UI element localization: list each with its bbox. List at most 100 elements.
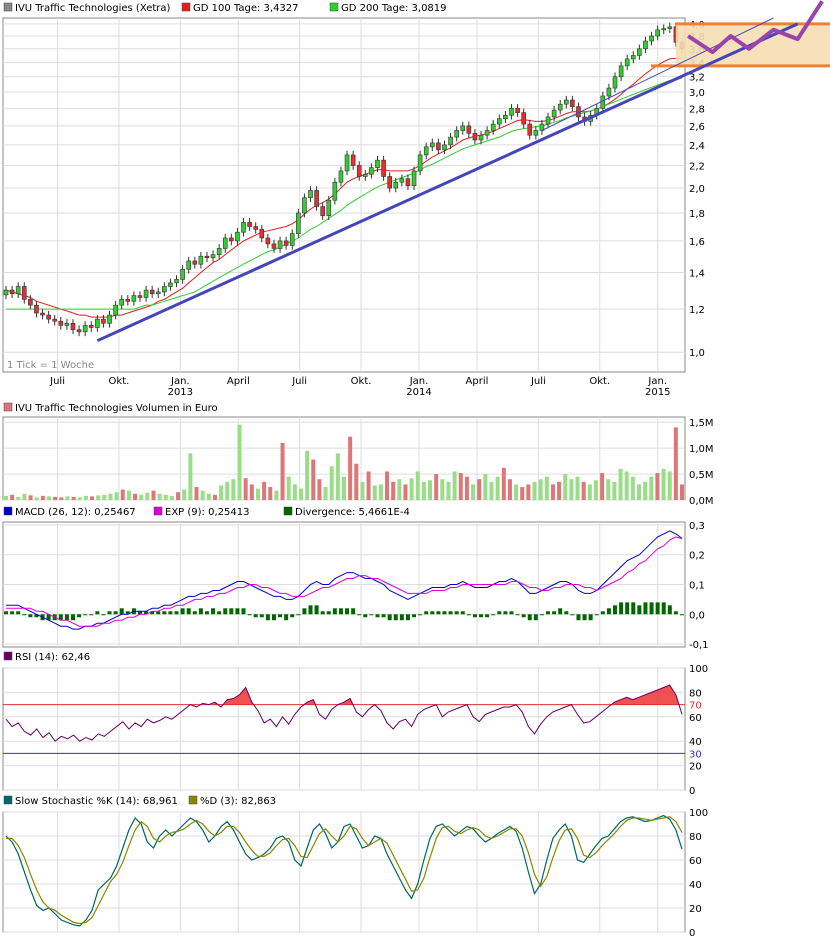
divergence-bar [454, 611, 459, 615]
divergence-bar [186, 608, 191, 615]
divergence-bar [442, 611, 447, 615]
tick-note: 1 Tick = 1 Woche [7, 360, 94, 371]
volume-bar [440, 479, 445, 500]
candle-body [229, 237, 234, 242]
rsi-legend-label: RSI (14): 62,46 [15, 652, 90, 663]
volume-bar [200, 490, 205, 500]
volume-bar [428, 480, 433, 500]
volume-bar [581, 481, 586, 500]
divergence-bar [28, 614, 33, 618]
candle-body [411, 170, 417, 186]
volume-bar [22, 493, 27, 500]
divergence-bar [564, 611, 569, 615]
divergence-bar [308, 605, 313, 615]
candle-body [113, 304, 118, 316]
macd-tick-label: 0,3 [689, 521, 705, 532]
volume-bar [569, 479, 574, 500]
candle-body [637, 48, 642, 56]
candle-body [235, 231, 240, 242]
candle-body [107, 314, 112, 324]
x-month-label: Okt. [351, 376, 372, 387]
volume-bar [489, 481, 494, 500]
candle-body [302, 197, 307, 214]
divergence-bar [460, 611, 465, 615]
candle-body [381, 159, 386, 177]
volume-bar [280, 442, 285, 500]
divergence-bar [552, 611, 557, 615]
candle-body [643, 40, 648, 50]
price-tick-label: 2,2 [689, 161, 705, 172]
macd-legend-label: Divergence: 5,4661E-4 [295, 507, 410, 518]
divergence-bar [369, 614, 374, 616]
stochastic-tick-label: 40 [689, 880, 702, 891]
volume-bar [532, 481, 537, 500]
stochastic-legend-swatch [188, 795, 198, 805]
candle-body [521, 112, 526, 125]
divergence-bar [582, 614, 587, 621]
divergence-bar [625, 602, 630, 615]
divergence-bar [667, 605, 672, 615]
candle-body [277, 240, 283, 249]
candle-body [527, 123, 533, 136]
volume-tick-label: 1,5M [689, 418, 714, 429]
divergence-bar [606, 608, 611, 615]
divergence-bar [381, 614, 386, 618]
price-legend-swatch [329, 2, 339, 12]
divergence-bar [661, 602, 666, 615]
divergence-bar [546, 611, 551, 615]
volume-bar [446, 481, 451, 500]
candle-body [180, 268, 185, 280]
candle-body [557, 103, 563, 111]
volume-bar [372, 485, 377, 500]
candle-body [241, 222, 246, 233]
volume-bar [34, 497, 39, 500]
stochastic-legend-label: %D (3): 82,863 [200, 796, 276, 807]
price-tick-label: 2,4 [689, 141, 705, 152]
candle-body [503, 114, 508, 120]
divergence-bar [241, 608, 246, 615]
candle-body [52, 318, 58, 322]
candle-body [405, 178, 411, 186]
volume-bar [243, 478, 248, 500]
candle-body [545, 116, 551, 125]
volume-bar [342, 476, 346, 500]
volume-bar [673, 427, 678, 500]
macd-tick-label: 0,1 [689, 581, 705, 592]
volume-bar [157, 493, 162, 500]
candle-body [375, 159, 380, 168]
candle-body [496, 118, 502, 125]
candle-body [186, 260, 192, 270]
rsi-plot-area [2, 667, 686, 791]
volume-bar [188, 453, 193, 500]
volume-bar [40, 495, 45, 500]
candle-body [314, 190, 319, 207]
volume-bar [636, 484, 641, 500]
candle-body [15, 286, 21, 295]
stochastic-legend-label: Slow Stochastic %K (14): 68,961 [15, 796, 178, 807]
volume-bar [477, 479, 482, 500]
volume-bar [311, 459, 316, 500]
volume-bar [255, 488, 260, 500]
stochastic-plot-area [2, 811, 686, 933]
divergence-bar [424, 611, 429, 615]
candle-body [46, 314, 51, 320]
candle-body [88, 325, 94, 328]
volume-bar [563, 474, 568, 500]
candle-body [649, 35, 654, 42]
candle-body [296, 212, 301, 234]
divergence-bar [107, 611, 112, 615]
price-tick-label: 1,2 [689, 305, 705, 316]
volume-bar [612, 481, 617, 500]
volume-bar [120, 489, 125, 500]
divergence-bar [533, 614, 538, 621]
x-month-label: Juli [49, 376, 65, 387]
rsi-tick-label: 20 [689, 762, 702, 773]
candle-body [618, 65, 624, 78]
volume-bar [643, 481, 648, 500]
price-tick-label: 1,8 [689, 209, 705, 220]
candle-body [101, 318, 106, 324]
volume-bar [409, 478, 414, 500]
macd-legend-label: EXP (9): 0,25413 [165, 507, 249, 518]
divergence-bar [290, 614, 295, 618]
volume-bar [10, 494, 15, 500]
